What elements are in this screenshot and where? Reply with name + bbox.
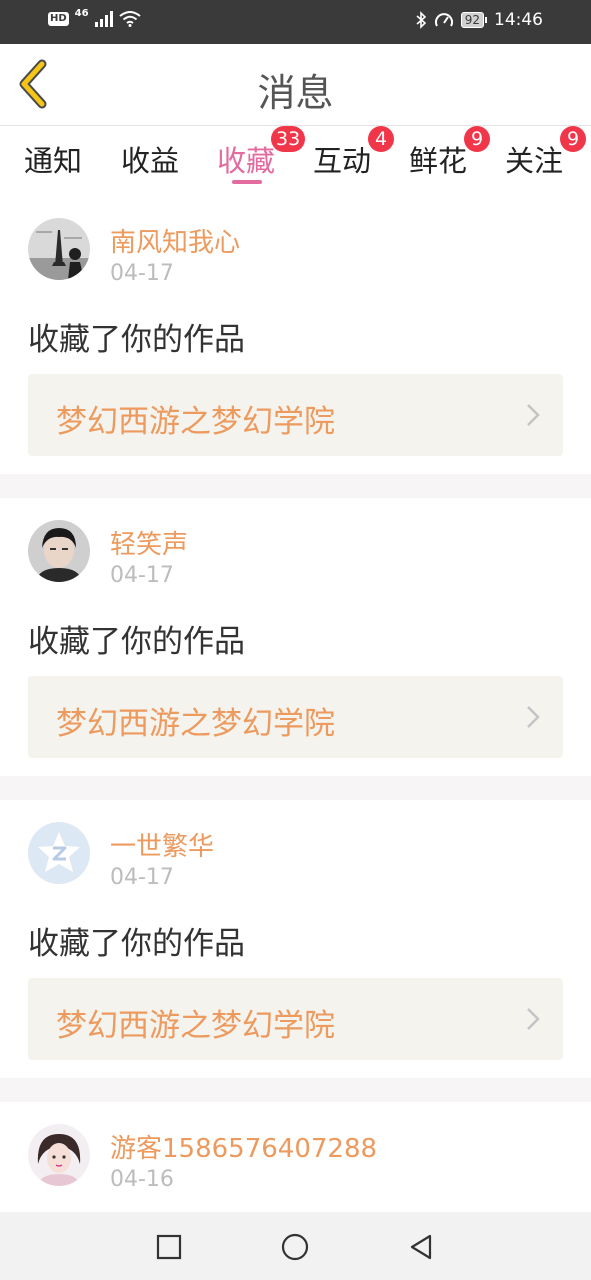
tab-interaction[interactable]: 互动 4: [313, 126, 394, 180]
tab-flowers[interactable]: 鲜花 9: [409, 126, 490, 180]
message-date: 04-17: [110, 563, 174, 588]
tab-follows[interactable]: 关注 9: [505, 126, 586, 180]
page-title: 消息: [257, 71, 334, 115]
battery-indicator: 92: [460, 12, 487, 28]
recent-apps-icon[interactable]: [154, 1232, 184, 1262]
user-name[interactable]: 轻笑声: [110, 524, 188, 561]
top-header: 消息: [0, 44, 591, 126]
bluetooth-icon: [416, 11, 426, 29]
clock: 14:46: [494, 10, 543, 30]
network-type: 46: [74, 7, 89, 19]
work-link[interactable]: 梦幻西游之梦幻学院: [28, 978, 563, 1060]
tab-badge: 4: [368, 126, 394, 152]
tab-label: 通知: [24, 144, 83, 178]
avatar-image: [28, 520, 90, 582]
avatar-image: [28, 1124, 90, 1186]
tab-earnings[interactable]: 收益: [121, 138, 179, 180]
tab-label: 互动: [313, 144, 372, 178]
work-link[interactable]: 梦幻西游之梦幻学院: [28, 374, 563, 456]
battery-level: 92: [460, 12, 484, 28]
chevron-right-icon: [527, 706, 540, 728]
work-title: 梦幻西游之梦幻学院: [56, 404, 335, 440]
system-nav-bar: [0, 1212, 591, 1280]
message-text: 收藏了你的作品: [28, 624, 245, 660]
work-title: 梦幻西游之梦幻学院: [56, 706, 335, 742]
work-link[interactable]: 梦幻西游之梦幻学院: [28, 676, 563, 758]
status-left: HD 46: [48, 7, 141, 27]
avatar-image: [28, 218, 90, 280]
tab-badge: 9: [560, 126, 586, 152]
tab-badge: 33: [271, 126, 306, 152]
back-triangle-icon[interactable]: [406, 1232, 436, 1262]
tab-label: 收益: [121, 144, 180, 178]
active-tab-indicator: [232, 180, 262, 184]
message-date: 04-17: [110, 261, 174, 286]
status-bar: HD 46 92 14:46: [0, 0, 591, 44]
message-date: 04-17: [110, 865, 174, 890]
tab-badge: 9: [464, 126, 490, 152]
default-avatar-icon: [28, 822, 90, 884]
tab-favorites[interactable]: 收藏 33: [217, 126, 306, 180]
user-name[interactable]: 游客1586576407288: [110, 1128, 377, 1165]
message-card: 游客1586576407288 04-16: [0, 1102, 591, 1192]
status-right: 92 14:46: [415, 10, 543, 30]
home-icon[interactable]: [280, 1232, 310, 1262]
avatar[interactable]: [28, 218, 90, 280]
tab-notifications[interactable]: 通知: [24, 138, 82, 180]
message-card: 南风知我心 04-17 收藏了你的作品 梦幻西游之梦幻学院: [0, 196, 591, 474]
tab-label: 关注: [505, 144, 564, 178]
avatar[interactable]: [28, 1124, 90, 1186]
user-name[interactable]: 一世繁华: [110, 826, 214, 863]
work-title: 梦幻西游之梦幻学院: [56, 1008, 335, 1044]
tab-bar: 通知 收益 收藏 33 互动 4 鲜花 9 关注 9: [0, 126, 591, 196]
tab-label: 鲜花: [409, 144, 468, 178]
chevron-right-icon: [527, 1008, 540, 1030]
message-text: 收藏了你的作品: [28, 926, 245, 962]
avatar[interactable]: [28, 822, 90, 884]
message-date: 04-16: [110, 1167, 174, 1192]
battery-tip: [485, 17, 487, 23]
user-name[interactable]: 南风知我心: [110, 222, 240, 259]
message-text: 收藏了你的作品: [28, 322, 245, 358]
tab-label: 收藏: [217, 144, 276, 178]
message-card: 一世繁华 04-17 收藏了你的作品 梦幻西游之梦幻学院: [0, 800, 591, 1078]
speed-icon: [434, 13, 453, 27]
chevron-right-icon: [527, 404, 540, 426]
avatar[interactable]: [28, 520, 90, 582]
wifi-icon: [118, 11, 141, 27]
message-list: 南风知我心 04-17 收藏了你的作品 梦幻西游之梦幻学院 轻笑声 04-17 …: [0, 196, 591, 1192]
signal-icon: [94, 11, 113, 27]
hd-label: HD: [48, 12, 69, 26]
message-card: 轻笑声 04-17 收藏了你的作品 梦幻西游之梦幻学院: [0, 498, 591, 776]
